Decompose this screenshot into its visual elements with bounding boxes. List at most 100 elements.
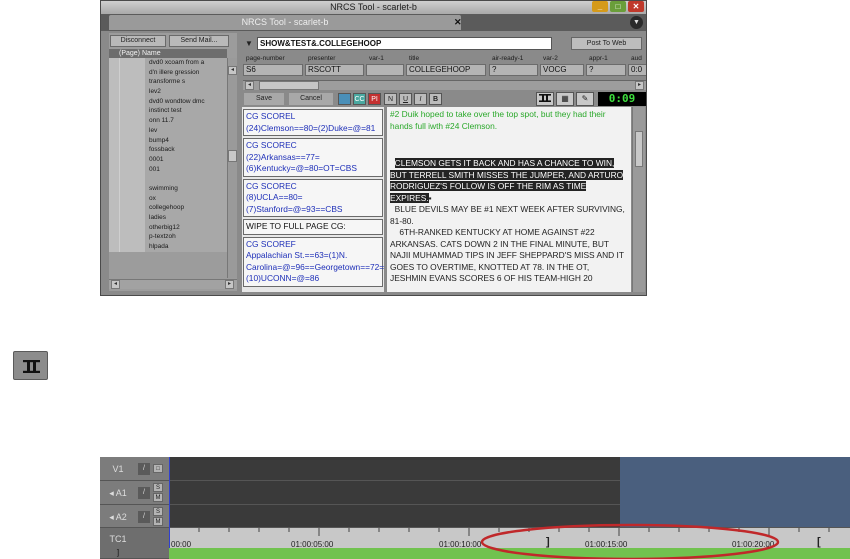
cc-button[interactable]: CC [353, 93, 366, 105]
underline-button[interactable]: U [399, 93, 412, 105]
queue-row-flags [119, 213, 145, 223]
scroll-right-icon[interactable]: ▸ [635, 81, 644, 90]
field-value-input[interactable]: S6 [243, 64, 303, 76]
queue-row[interactable]: transforme s [109, 77, 227, 88]
queue-row[interactable]: instinct test [109, 106, 227, 117]
scroll-up-icon[interactable]: ◂ [228, 66, 237, 75]
field-value-input[interactable]: RSCOTT [305, 64, 364, 76]
pi-button[interactable]: PI [368, 93, 381, 105]
track-name-a1: ◂ A1 [109, 488, 127, 498]
mute-button[interactable]: M [153, 493, 163, 502]
field-value-input[interactable]: ? [586, 64, 626, 76]
queue-row[interactable]: swimming [109, 183, 227, 194]
cg-box[interactable]: CG SCOREC (22)Arkansas==77=(6)Kentucky=@… [243, 138, 383, 177]
story-dropdown-icon[interactable]: ▼ [243, 38, 255, 49]
queue-row[interactable]: otherbig12 [109, 222, 227, 233]
bottom-marker-icon: ] [116, 548, 120, 557]
field-value-input[interactable]: ? [489, 64, 538, 76]
queue-row[interactable]: 001 [109, 164, 227, 175]
post-to-web-button[interactable]: Post To Web [571, 37, 642, 50]
save-button[interactable]: Save [244, 93, 284, 105]
script-vertical-scrollbar[interactable] [632, 107, 645, 292]
cg-pane[interactable]: CG SCOREL (24)Clemson==80=(2)Duke=@=81 CG… [242, 107, 384, 292]
field-value-input[interactable]: COLLEGEHOOP [406, 64, 486, 76]
mark-in-icon[interactable]: ] [546, 536, 550, 548]
queue-row[interactable]: bump4 [109, 135, 227, 146]
queue-row[interactable]: lev2 [109, 87, 227, 97]
story-slug-field[interactable]: SHOW&TEST&.COLLEGEHOOP [257, 37, 552, 50]
sync-icon[interactable] [536, 92, 554, 106]
maximize-button[interactable]: □ [610, 1, 626, 12]
tools-icon[interactable]: ✎ [576, 92, 594, 106]
minimize-button[interactable]: _ [592, 1, 608, 12]
field-value-input[interactable]: VOCG [540, 64, 584, 76]
solo-button[interactable]: S [153, 507, 163, 516]
mute-button[interactable]: M [153, 517, 163, 526]
queue-row[interactable]: dvd0 xcoam from a [109, 58, 227, 68]
cg-box[interactable]: CG SCOREL (24)Clemson==80=(2)Duke=@=81 [243, 109, 383, 136]
queue-row[interactable]: dvd0 wondtow dmc [109, 96, 227, 107]
track-patch-icon[interactable]: / [138, 511, 150, 523]
cg-box[interactable]: WIPE TO FULL PAGE CG: [243, 219, 383, 235]
scroll-thumb[interactable] [635, 131, 643, 167]
queue-row[interactable]: 0001 [109, 154, 227, 165]
solo-button[interactable]: S [153, 483, 163, 492]
cg-box[interactable]: CG SCOREF Appalachian St.==63=(1)N. Caro… [243, 236, 384, 287]
tab-nrcs-tool[interactable]: NRCS Tool - scarlet-b ✕ [109, 15, 462, 30]
mark-out-icon[interactable]: [ [817, 536, 821, 548]
queue-row[interactable]: collegehoop [109, 203, 227, 213]
queue-row[interactable]: p-textzoh [109, 232, 227, 243]
queue-row-marker [109, 154, 119, 165]
queue-row[interactable]: hlpada [109, 242, 227, 252]
scroll-left-icon[interactable]: ◂ [111, 280, 120, 289]
italic-button[interactable]: I [414, 93, 427, 105]
bold-button[interactable]: B [429, 93, 442, 105]
normal-text-button[interactable]: N [384, 93, 397, 105]
queue-row[interactable]: ox [109, 193, 227, 204]
queue-vertical-scrollbar[interactable]: ◂ [227, 58, 237, 278]
window-titlebar[interactable]: NRCS Tool - scarlet-b _ □ ✕ [101, 1, 646, 14]
field-var-2: var-2 VOCG [540, 54, 584, 78]
queue-horizontal-scrollbar[interactable]: ◂ ▸ [109, 279, 237, 289]
track-header-v1[interactable]: V1 / □ [100, 457, 169, 481]
queue-row[interactable] [109, 174, 227, 184]
script-pane[interactable]: #2 Duik hoped to take over the top spot,… [386, 107, 631, 292]
queue-row[interactable]: lev [109, 125, 227, 136]
tab-menu-icon[interactable]: ▼ [630, 16, 643, 29]
disconnect-button[interactable]: Disconnect [110, 35, 166, 47]
cg-box[interactable]: CG SCOREC (8)UCLA==80=(7)Stanford=@=93==… [243, 178, 383, 217]
close-window-button[interactable]: ✕ [628, 1, 644, 12]
queue-row-name: bump4 [145, 135, 227, 146]
queue-row-marker [109, 77, 119, 88]
tab-close-icon[interactable]: ✕ [454, 15, 462, 30]
in-out-selection-region[interactable] [620, 457, 850, 527]
timecode-ruler[interactable]: 00:00 01:00:05:00 01:00:10:00 01:00:15:0… [169, 528, 850, 549]
scroll-right-icon[interactable]: ▸ [225, 280, 234, 289]
scroll-thumb[interactable] [259, 81, 319, 90]
grid-icon[interactable]: ▦ [556, 92, 574, 106]
sync-scroll-button[interactable] [13, 351, 48, 380]
field-value-input[interactable]: 0:0 [628, 64, 646, 76]
queue-column-header[interactable]: (Page) Name [109, 49, 227, 58]
queue-panel: Disconnect Send Mail... (Page) Name dvd0… [109, 33, 237, 291]
track-name-a2: ◂ A2 [109, 512, 127, 522]
fields-horizontal-scrollbar[interactable]: ◂ ▸ [243, 80, 646, 90]
queue-row-flags [119, 96, 145, 107]
send-mail-button[interactable]: Send Mail... [169, 35, 229, 47]
video-monitor-icon[interactable]: □ [153, 464, 163, 473]
queue-row[interactable]: ladies [109, 213, 227, 223]
track-header-a1[interactable]: ◂ A1 / S M [100, 481, 169, 505]
scroll-left-icon[interactable]: ◂ [245, 81, 254, 90]
queue-row[interactable]: onn 11.7 [109, 116, 227, 126]
playhead-position-indicator[interactable] [169, 457, 170, 548]
cancel-button[interactable]: Cancel [289, 93, 333, 105]
track-patch-icon[interactable]: / [138, 487, 150, 499]
queue-row[interactable]: d'n illere gression [109, 67, 227, 78]
track-header-tc1[interactable]: TC1 ] [100, 528, 169, 559]
track-patch-icon[interactable]: / [138, 463, 150, 475]
track-header-a2[interactable]: ◂ A2 / S M [100, 505, 169, 528]
field-value-input[interactable] [366, 64, 404, 76]
queue-row[interactable]: fossback [109, 145, 227, 155]
scroll-thumb[interactable] [228, 150, 237, 162]
blue-format-button[interactable] [338, 93, 351, 105]
